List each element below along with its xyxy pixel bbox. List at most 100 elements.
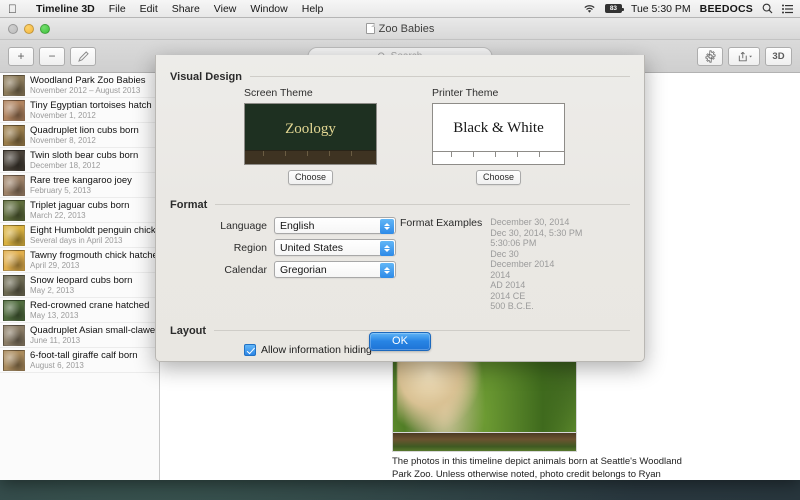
sidebar-item-date: November 8, 2012: [30, 135, 96, 145]
close-button[interactable]: [8, 23, 18, 34]
sidebar-item[interactable]: Red-crowned crane hatched May 13, 2013: [0, 298, 159, 323]
menu-bar-user-name[interactable]: BEEDOCS: [700, 3, 753, 15]
sidebar-item[interactable]: Tiny Egyptian tortoises hatch November 1,…: [0, 98, 159, 123]
screen-theme-column: Screen Theme Zoology Choose: [244, 87, 377, 185]
toolbar-right-group: 3D: [697, 46, 792, 66]
theme-chooser-row: Screen Theme Zoology Choose Printer Them…: [156, 83, 644, 185]
sidebar-item[interactable]: Tawny frogmouth chick hatche April 29, 20…: [0, 248, 159, 273]
format-example-line: 5:30:06 PM: [490, 238, 537, 248]
sidebar-item-title: Woodland Park Zoo Babies: [30, 74, 146, 86]
sidebar-item-title: Eight Humboldt penguin chick: [30, 224, 156, 236]
sidebar-item-date: November 2012 – August 2013: [30, 85, 141, 95]
sidebar-item-text: Red-crowned crane hatched May 13, 2013: [30, 300, 159, 321]
sidebar-item-title: Snow leopard cubs born: [30, 274, 133, 286]
menu-item-share[interactable]: Share: [165, 3, 207, 15]
format-field-value: United States: [280, 241, 344, 254]
format-example-line: Dec 30, 2014, 5:30 PM: [490, 227, 583, 238]
share-icon[interactable]: [728, 46, 760, 66]
chevron-up-down-icon[interactable]: [380, 241, 394, 256]
menu-bar-clock[interactable]: Tue 5:30 PM: [631, 3, 691, 15]
remove-event-button[interactable]: −: [39, 46, 65, 66]
sidebar-item-title: Quadruplet Asian small-clawed: [30, 324, 159, 336]
visual-design-section: Visual Design Screen Theme Zoology Choos: [156, 55, 644, 185]
notification-center-icon[interactable]: [782, 4, 793, 14]
ok-button[interactable]: OK: [369, 332, 431, 351]
format-label: Format: [170, 199, 208, 211]
sidebar-item-thumbnail: [3, 299, 25, 321]
format-field-value: English: [280, 219, 315, 232]
minimize-button[interactable]: [24, 23, 34, 34]
sidebar-item[interactable]: 6-foot-tall giraffe calf born August 6, 2…: [0, 348, 159, 373]
gear-icon[interactable]: [697, 46, 723, 66]
sidebar-item-text: Triplet jaguar cubs born March 22, 2013: [30, 200, 159, 221]
sidebar-item-thumbnail: [3, 274, 25, 296]
screen-theme-choose-button[interactable]: Choose: [288, 170, 333, 185]
sidebar-item[interactable]: Rare tree kangaroo joey February 5, 2013: [0, 173, 159, 198]
screen-theme-ticks: [245, 151, 376, 164]
section-divider: [215, 204, 630, 205]
screen-theme-caption: Screen Theme: [244, 87, 313, 99]
format-field-label: Calendar: [224, 263, 267, 276]
sidebar-item-thumbnail: [3, 174, 25, 196]
sidebar-item-thumbnail: [3, 99, 25, 121]
view-3d-button[interactable]: 3D: [765, 46, 792, 66]
sidebar-item[interactable]: Eight Humboldt penguin chick Several days…: [0, 223, 159, 248]
window-controls: [0, 23, 50, 34]
sidebar-item-title: Red-crowned crane hatched: [30, 299, 150, 311]
format-field-select-calendar[interactable]: Gregorian: [274, 261, 396, 278]
menu-item-app-name[interactable]: Timeline 3D: [29, 3, 102, 15]
format-field-row: Region United States: [170, 239, 396, 256]
sidebar-item[interactable]: Twin sloth bear cubs born December 18, 20…: [0, 148, 159, 173]
menu-item-file[interactable]: File: [102, 3, 133, 15]
format-example-line: Dec 30: [490, 248, 519, 259]
sidebar-item[interactable]: Triplet jaguar cubs born March 22, 2013: [0, 198, 159, 223]
menu-item-edit[interactable]: Edit: [133, 3, 165, 15]
macos-menu-bar:  Timeline 3D File Edit Share View Windo…: [0, 0, 800, 18]
sidebar-item-thumbnail: [3, 349, 25, 371]
add-event-button[interactable]: +: [8, 46, 34, 66]
menu-item-help[interactable]: Help: [295, 3, 331, 15]
window-title-bar[interactable]: Zoo Babies: [0, 18, 800, 40]
printer-theme-preview[interactable]: Black & White: [432, 103, 565, 165]
sidebar-item-thumbnail: [3, 149, 25, 171]
format-field-label: Region: [233, 241, 267, 254]
sidebar-item-text: Eight Humboldt penguin chick Several days…: [30, 225, 159, 246]
menu-item-window[interactable]: Window: [243, 3, 294, 15]
battery-icon[interactable]: 83: [604, 4, 624, 13]
chevron-up-down-icon[interactable]: [380, 263, 394, 278]
chevron-up-down-icon[interactable]: [380, 219, 394, 234]
sidebar-item-title: 6-foot-tall giraffe calf born: [30, 349, 138, 361]
format-field-row: Language English: [170, 217, 396, 234]
format-field-select-region[interactable]: United States: [274, 239, 396, 256]
spotlight-search-icon[interactable]: [762, 3, 773, 14]
sidebar-item-thumbnail: [3, 249, 25, 271]
format-field-select-language[interactable]: English: [274, 217, 396, 234]
screen-theme-preview[interactable]: Zoology: [244, 103, 377, 165]
maximize-button[interactable]: [40, 23, 50, 34]
apple-logo-icon[interactable]: : [8, 3, 17, 15]
sidebar-item[interactable]: Quadruplet lion cubs born November 8, 201…: [0, 123, 159, 148]
sidebar-item-date: June 11, 2013: [30, 335, 81, 345]
sidebar-item-thumbnail: [3, 224, 25, 246]
visual-design-label: Visual Design: [170, 71, 242, 83]
format-example-line: AD 2014: [490, 280, 526, 290]
menu-bar-left:  Timeline 3D File Edit Share View Windo…: [0, 3, 330, 15]
sidebar-item-thumbnail: [3, 199, 25, 221]
menu-item-view[interactable]: View: [207, 3, 244, 15]
sidebar-item-thumbnail: [3, 124, 25, 146]
sidebar-item-text: Quadruplet lion cubs born November 8, 201…: [30, 125, 159, 146]
timeline-events-sidebar[interactable]: Woodland Park Zoo Babies November 2012 – …: [0, 73, 160, 480]
printer-theme-name: Black & White: [453, 120, 544, 136]
sidebar-item[interactable]: Snow leopard cubs born May 2, 2013: [0, 273, 159, 298]
sidebar-item-thumbnail: [3, 74, 25, 96]
printer-theme-caption: Printer Theme: [432, 87, 499, 99]
wifi-icon[interactable]: [583, 4, 596, 14]
sidebar-item[interactable]: Quadruplet Asian small-clawed June 11, 20…: [0, 323, 159, 348]
pencil-icon[interactable]: [70, 46, 96, 66]
printer-theme-choose-button[interactable]: Choose: [476, 170, 521, 185]
sidebar-item[interactable]: Woodland Park Zoo Babies November 2012 – …: [0, 73, 159, 98]
allow-information-hiding-checkbox[interactable]: [244, 343, 256, 356]
sidebar-item-date: February 5, 2013: [30, 185, 91, 195]
allow-information-hiding-label: Allow information hiding: [261, 343, 372, 356]
app-window: Zoo Babies + − Search 3D: [0, 18, 800, 480]
